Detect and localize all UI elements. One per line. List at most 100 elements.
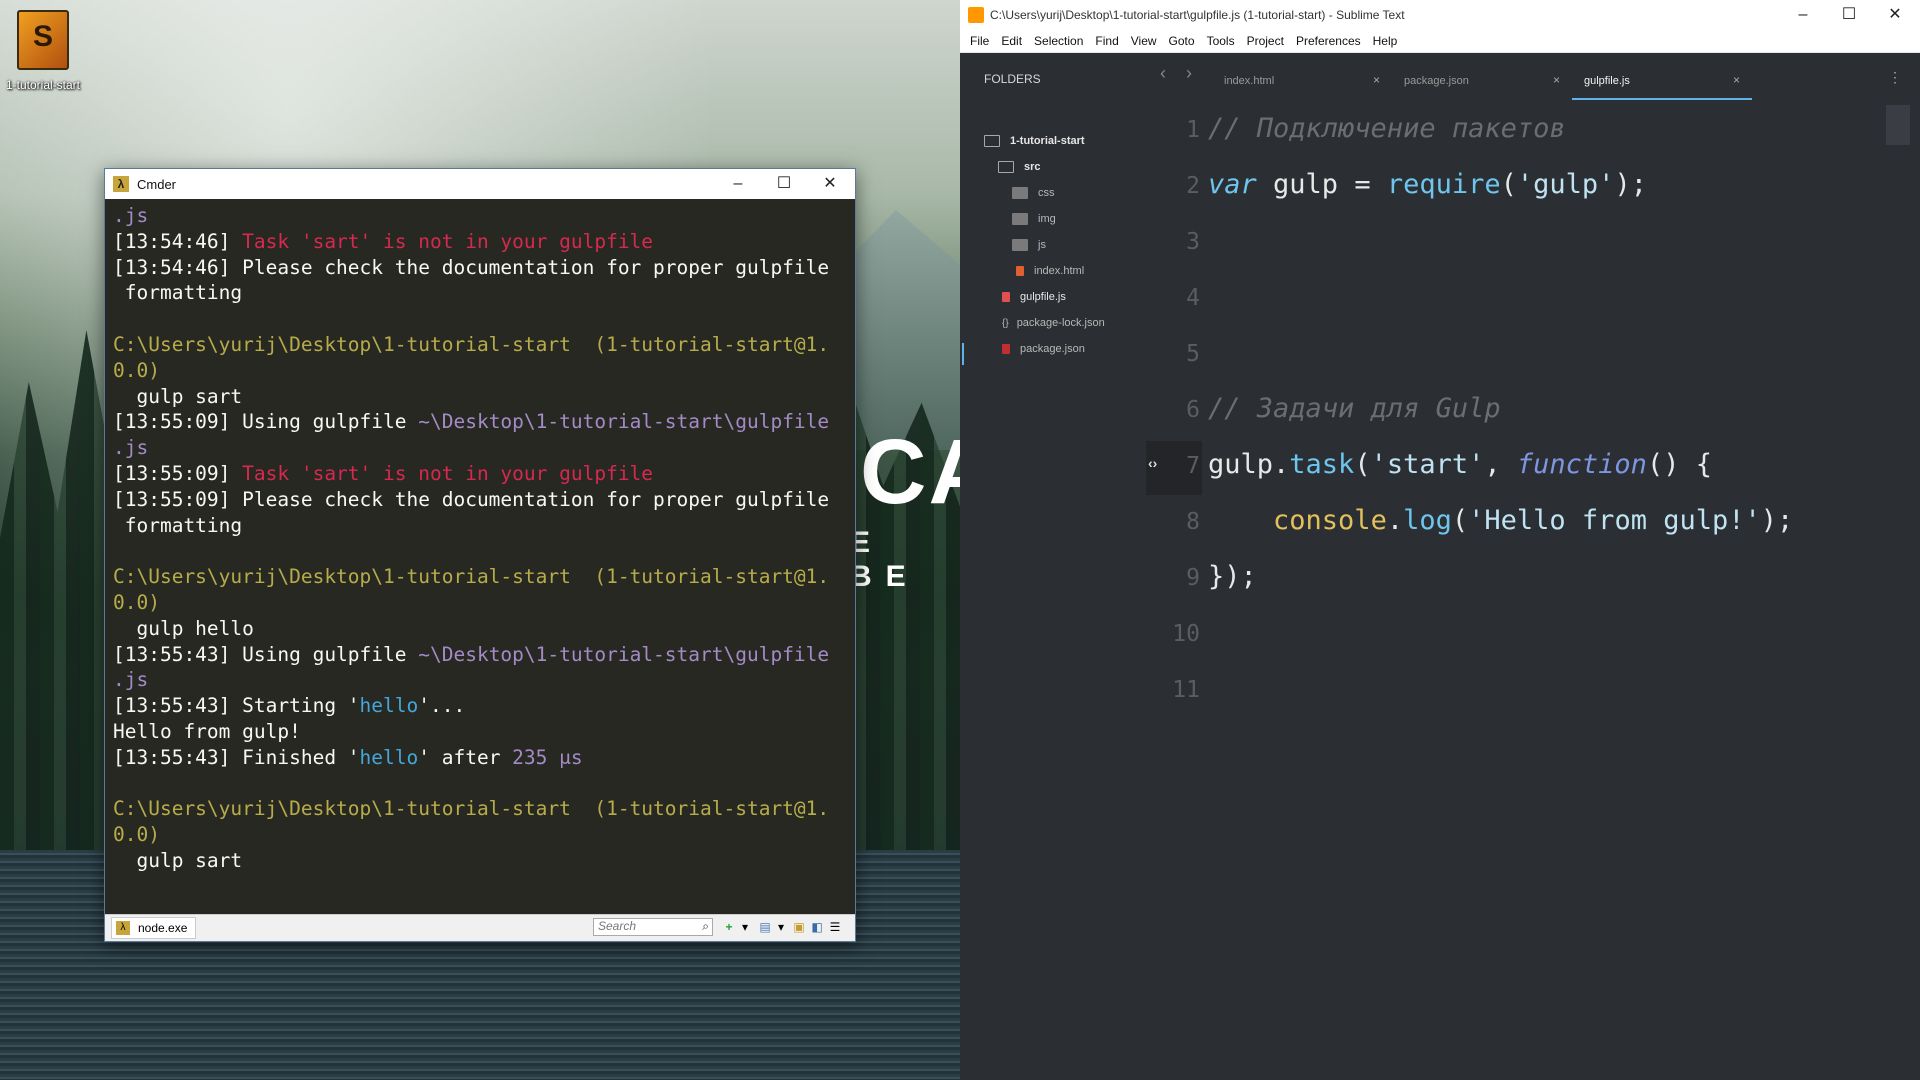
menu-item-tools[interactable]: Tools	[1205, 34, 1237, 48]
tab-bar: ‹ › index.html × package.json × gulpfile.js ×…	[1146, 53, 1920, 105]
terminal-output[interactable]: .js [13:54:46] Task 'sart' is not in your…	[105, 199, 855, 909]
console-text: 0.0)	[113, 590, 160, 614]
code-line: });	[1208, 561, 1257, 592]
code-token: );	[1614, 169, 1647, 200]
sidebar-item-package-lock-json[interactable]: {} package-lock.json	[1002, 317, 1105, 329]
code-token: 'Hello from gulp!'	[1468, 505, 1761, 536]
code-token: function	[1516, 449, 1647, 480]
close-icon[interactable]: ×	[1733, 73, 1740, 87]
menu-item-edit[interactable]: Edit	[999, 34, 1024, 48]
sidebar-item-index-html[interactable]: index.html	[1016, 265, 1084, 277]
panel-toggle-icon[interactable]: ◧	[809, 919, 825, 935]
console-text: hello	[359, 694, 419, 718]
menu-item-selection[interactable]: Selection	[1032, 34, 1085, 48]
menu-item-find[interactable]: Find	[1093, 34, 1120, 48]
menu-item-help[interactable]: Help	[1371, 34, 1400, 48]
sidebar-item-gulpfile-js[interactable]: gulpfile.js	[1002, 291, 1066, 303]
code-token: var	[1208, 169, 1257, 200]
line-number: 2	[1186, 173, 1200, 199]
sidebar-item-label: index.html	[1034, 265, 1085, 277]
console-line: .js	[113, 667, 847, 693]
console-text: 235 μs	[512, 745, 583, 769]
menu-icon[interactable]: ☰	[827, 919, 843, 935]
tab-gulpfile-js[interactable]: gulpfile.js ×	[1572, 68, 1752, 100]
sidebar-item-img[interactable]: img	[1012, 213, 1056, 225]
split-view-icon[interactable]: ▤	[757, 919, 773, 935]
sidebar-item-1-tutorial-start[interactable]: 1-tutorial-start	[984, 135, 1085, 147]
cmder-titlebar[interactable]: λ Cmder – ☐ ✕	[105, 169, 855, 199]
sidebar-item-label: img	[1038, 213, 1056, 225]
line-number: 5	[1186, 341, 1200, 367]
console-text: gulp sart	[113, 848, 243, 872]
sidebar-item-label: gulpfile.js	[1020, 291, 1066, 303]
sidebar-item-label: src	[1024, 161, 1041, 173]
close-icon[interactable]: ×	[1373, 73, 1380, 87]
close-icon[interactable]: ×	[1553, 73, 1560, 87]
console-text: ~\Desktop\1-tutorial-start\gulpfile	[418, 642, 830, 666]
menu-item-project[interactable]: Project	[1245, 34, 1286, 48]
chevron-left-icon[interactable]: ‹	[1160, 63, 1166, 84]
sidebar-item-label: js	[1038, 239, 1046, 251]
code-token: .	[1386, 505, 1404, 536]
tab-label: gulpfile.js	[1584, 75, 1630, 87]
sidebar-item-label: package.json	[1020, 343, 1085, 355]
code-line: gulp.task('start', function() {	[1208, 449, 1712, 480]
chevron-down-icon[interactable]: ▾	[773, 919, 789, 935]
console-line: [13:55:09] Using gulpfile ~\Desktop\1-tu…	[113, 409, 847, 435]
code-line: var gulp = require('gulp');	[1208, 169, 1647, 200]
code-token: // Задачи для Gulp	[1208, 393, 1501, 424]
folder-open-icon	[984, 135, 1000, 147]
minimize-button[interactable]: –	[1780, 0, 1826, 30]
console-text: hello	[359, 745, 419, 769]
sublime-logo-icon	[968, 7, 984, 23]
sidebar-item-js[interactable]: js	[1012, 239, 1046, 251]
tab-index-html[interactable]: index.html ×	[1212, 68, 1392, 100]
sublime-titlebar[interactable]: C:\Users\yurij\Desktop\1-tutorial-start\…	[960, 0, 1920, 30]
menu-item-file[interactable]: File	[968, 34, 991, 48]
console-text: ~\Desktop\1-tutorial-start\gulpfile	[418, 410, 830, 434]
new-console-plus-icon[interactable]: +	[721, 919, 737, 935]
console-line: 0.0)	[113, 590, 847, 616]
menu-bar: File Edit Selection Find View Goto Tools Projec…	[960, 30, 1920, 53]
wallpaper-subtitle: E BE	[850, 526, 920, 593]
desktop-shortcut-1-tutorial-start[interactable]: 1-tutorial-start	[4, 10, 82, 92]
chevron-down-icon[interactable]: ▾	[737, 919, 753, 935]
lock-icon[interactable]: ▣	[791, 919, 807, 935]
menu-item-view[interactable]: View	[1129, 34, 1159, 48]
code-token: (	[1451, 505, 1469, 536]
chevron-right-icon[interactable]: ›	[1186, 63, 1192, 84]
console-text: [13:55:43] Starting '	[113, 694, 360, 718]
close-button[interactable]: ✕	[807, 169, 853, 199]
sidebar-item-label: package-lock.json	[1016, 317, 1105, 329]
tab-package-json[interactable]: package.json ×	[1392, 68, 1572, 100]
code-token: // Подключение пакетов	[1208, 113, 1566, 144]
sidebar-item-src[interactable]: src	[998, 161, 1041, 173]
close-button[interactable]: ✕	[1872, 0, 1918, 30]
console-text: C:\Users\yurij\Desktop\1-tutorial-start …	[113, 797, 830, 821]
console-text: .js	[113, 436, 149, 460]
console-tab-node-exe[interactable]: λ node.exe	[111, 917, 197, 939]
minimap[interactable]	[1886, 105, 1910, 145]
menu-item-preferences[interactable]: Preferences	[1294, 34, 1363, 48]
menu-item-goto[interactable]: Goto	[1167, 34, 1197, 48]
active-file-indicator	[962, 343, 964, 365]
tab-label: index.html	[1224, 75, 1275, 87]
code-token: log	[1403, 505, 1452, 536]
folder-icon	[1012, 213, 1028, 225]
console-line: Hello from gulp!	[113, 719, 847, 745]
lambda-icon: λ	[116, 921, 130, 935]
tab-overflow-menu-icon[interactable]: ⋮	[1888, 69, 1902, 86]
maximize-button[interactable]: ☐	[761, 169, 807, 199]
console-search-input[interactable]: Search ⌕	[593, 918, 713, 936]
sidebar-item-package-json[interactable]: package.json	[1002, 343, 1085, 355]
cmder-window[interactable]: λ Cmder – ☐ ✕ .js [13:54:46] Task 'sart' …	[104, 168, 856, 942]
minimize-button[interactable]: –	[715, 169, 761, 199]
code-editor[interactable]: ‹› 1 2 3 4 5 6 7 8 9 10 11 // Подключение пакетов v…	[1146, 105, 1920, 1080]
maximize-button[interactable]: ☐	[1826, 0, 1872, 30]
code-token: ,	[1484, 449, 1517, 480]
console-line: C:\Users\yurij\Desktop\1-tutorial-start …	[113, 332, 847, 358]
sidebar-item-css[interactable]: css	[1012, 187, 1055, 199]
sublime-window[interactable]: C:\Users\yurij\Desktop\1-tutorial-start\…	[960, 0, 1920, 1080]
